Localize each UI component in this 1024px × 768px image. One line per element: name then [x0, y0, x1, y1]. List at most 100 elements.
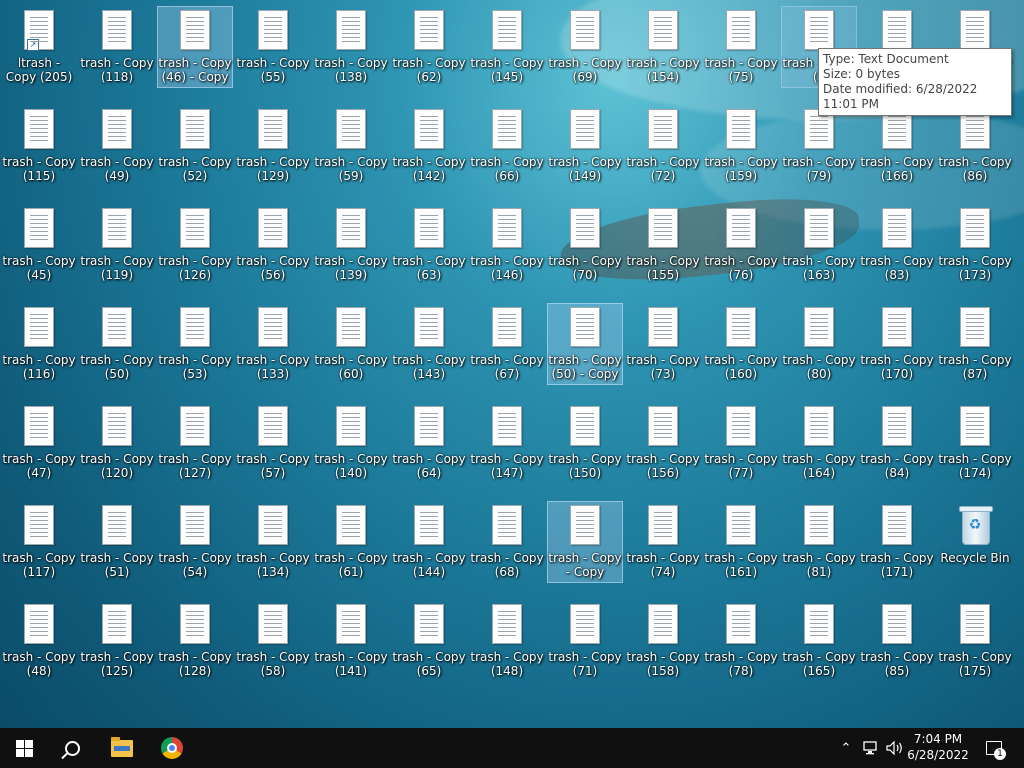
- desktop-file-icon[interactable]: trash - Copy (125): [79, 600, 155, 682]
- desktop-file-icon[interactable]: trash - Copy (171): [859, 501, 935, 583]
- desktop-file-icon[interactable]: trash - Copy (77): [703, 402, 779, 484]
- recycle-bin-icon-item[interactable]: ♻ Recycle Bin: [937, 501, 1013, 583]
- desktop-file-icon[interactable]: trash - Copy (70): [547, 204, 623, 286]
- desktop-file-icon[interactable]: trash - Copy (156): [625, 402, 701, 484]
- desktop-file-icon[interactable]: trash - Copy (76): [703, 204, 779, 286]
- desktop-file-icon[interactable]: trash - Copy (84): [859, 402, 935, 484]
- desktop-file-icon[interactable]: trash - Copy (147): [469, 402, 545, 484]
- desktop-file-icon[interactable]: trash - Copy (115): [1, 105, 77, 187]
- desktop-file-icon[interactable]: trash - Copy (51): [79, 501, 155, 583]
- desktop-file-icon[interactable]: trash - Copy (47): [1, 402, 77, 484]
- desktop-file-icon[interactable]: trash - Copy (142): [391, 105, 467, 187]
- desktop-file-icon[interactable]: trash - Copy (144): [391, 501, 467, 583]
- taskbar-clock[interactable]: 7:04 PM 6/28/2022: [900, 731, 976, 763]
- desktop-file-icon[interactable]: trash - Copy (63): [391, 204, 467, 286]
- desktop-file-icon[interactable]: trash - Copy (127): [157, 402, 233, 484]
- desktop-file-icon[interactable]: trash - Copy (154): [625, 6, 701, 88]
- action-center-button[interactable]: 1: [982, 728, 1006, 768]
- desktop-file-icon[interactable]: trash - Copy (60): [313, 303, 389, 385]
- desktop-file-icon[interactable]: trash - Copy (160): [703, 303, 779, 385]
- desktop-file-icon[interactable]: trash - Copy (166): [859, 105, 935, 187]
- desktop-file-icon[interactable]: trash - Copy (139): [313, 204, 389, 286]
- desktop-file-icon[interactable]: trash - Copy (174): [937, 402, 1013, 484]
- desktop-file-icon[interactable]: trash - Copy (62): [391, 6, 467, 88]
- desktop-file-icon[interactable]: trash - Copy (59): [313, 105, 389, 187]
- desktop-file-icon[interactable]: trash - Copy - Copy: [547, 501, 623, 583]
- search-button[interactable]: [48, 728, 96, 768]
- desktop-file-icon[interactable]: trash - Copy (48): [1, 600, 77, 682]
- desktop-file-icon[interactable]: trash - Copy (81): [781, 501, 857, 583]
- desktop-file-icon[interactable]: trash - Copy (50): [79, 303, 155, 385]
- desktop-file-icon[interactable]: trash - Copy (119): [79, 204, 155, 286]
- desktop-file-icon[interactable]: trash - Copy (53): [157, 303, 233, 385]
- desktop-file-icon[interactable]: trash - Copy (138): [313, 6, 389, 88]
- network-button[interactable]: [860, 728, 882, 768]
- desktop-file-icon[interactable]: trash - Copy (45): [1, 204, 77, 286]
- desktop-file-icon[interactable]: trash - Copy (140): [313, 402, 389, 484]
- desktop-file-icon[interactable]: trash - Copy (67): [469, 303, 545, 385]
- desktop-file-icon[interactable]: trash - Copy (146): [469, 204, 545, 286]
- desktop-icon-label: trash - Copy (173): [938, 254, 1012, 282]
- desktop-file-icon[interactable]: trash - Copy (86): [937, 105, 1013, 187]
- file-explorer-button[interactable]: [98, 728, 146, 768]
- desktop-file-icon[interactable]: trash - Copy (54): [157, 501, 233, 583]
- desktop[interactable]: ↗ ltrash - Copy (205) trash - Copy (118) tr…: [0, 0, 1024, 728]
- desktop-file-icon[interactable]: trash - Copy (71): [547, 600, 623, 682]
- desktop-file-icon[interactable]: trash - Copy (164): [781, 402, 857, 484]
- desktop-file-icon[interactable]: ↗ ltrash - Copy (205): [1, 6, 77, 88]
- desktop-file-icon[interactable]: trash - Copy (49): [79, 105, 155, 187]
- desktop-file-icon[interactable]: trash - Copy (159): [703, 105, 779, 187]
- desktop-file-icon[interactable]: trash - Copy (143): [391, 303, 467, 385]
- desktop-file-icon[interactable]: trash - Copy (145): [469, 6, 545, 88]
- desktop-file-icon[interactable]: trash - Copy (68): [469, 501, 545, 583]
- desktop-file-icon[interactable]: trash - Copy (85): [859, 600, 935, 682]
- desktop-file-icon[interactable]: trash - Copy (149): [547, 105, 623, 187]
- desktop-file-icon[interactable]: trash - Copy (163): [781, 204, 857, 286]
- desktop-file-icon[interactable]: trash - Copy (52): [157, 105, 233, 187]
- desktop-file-icon[interactable]: trash - Copy (57): [235, 402, 311, 484]
- desktop-file-icon[interactable]: trash - Copy (64): [391, 402, 467, 484]
- desktop-file-icon[interactable]: trash - Copy (56): [235, 204, 311, 286]
- desktop-file-icon[interactable]: trash - Copy (79): [781, 105, 857, 187]
- show-hidden-icons-button[interactable]: ⌃: [836, 728, 856, 768]
- desktop-file-icon[interactable]: trash - Copy (61): [313, 501, 389, 583]
- desktop-file-icon[interactable]: trash - Copy (148): [469, 600, 545, 682]
- desktop-file-icon[interactable]: trash - Copy (170): [859, 303, 935, 385]
- desktop-file-icon[interactable]: trash - Copy (158): [625, 600, 701, 682]
- desktop-file-icon[interactable]: trash - Copy (46) - Copy: [157, 6, 233, 88]
- desktop-file-icon[interactable]: trash - Copy (58): [235, 600, 311, 682]
- desktop-file-icon[interactable]: trash - Copy (134): [235, 501, 311, 583]
- desktop-file-icon[interactable]: trash - Copy (69): [547, 6, 623, 88]
- desktop-file-icon[interactable]: trash - Copy (87): [937, 303, 1013, 385]
- desktop-file-icon[interactable]: trash - Copy (73): [625, 303, 701, 385]
- chrome-button[interactable]: [148, 728, 196, 768]
- desktop-file-icon[interactable]: trash - Copy (75): [703, 6, 779, 88]
- desktop-file-icon[interactable]: trash - Copy (126): [157, 204, 233, 286]
- desktop-file-icon[interactable]: trash - Copy (78): [703, 600, 779, 682]
- desktop-file-icon[interactable]: trash - Copy (83): [859, 204, 935, 286]
- desktop-file-icon[interactable]: trash - Copy (55): [235, 6, 311, 88]
- desktop-file-icon[interactable]: trash - Copy (150): [547, 402, 623, 484]
- desktop-icon-label: trash - Copy (138): [314, 56, 388, 84]
- desktop-file-icon[interactable]: trash - Copy (117): [1, 501, 77, 583]
- desktop-file-icon[interactable]: trash - Copy (118): [79, 6, 155, 88]
- desktop-file-icon[interactable]: trash - Copy (133): [235, 303, 311, 385]
- desktop-file-icon[interactable]: trash - Copy (74): [625, 501, 701, 583]
- desktop-file-icon[interactable]: trash - Copy (129): [235, 105, 311, 187]
- desktop-icon-label: trash - Copy (70): [548, 254, 622, 282]
- desktop-file-icon[interactable]: trash - Copy (66): [469, 105, 545, 187]
- desktop-file-icon[interactable]: trash - Copy (155): [625, 204, 701, 286]
- desktop-file-icon[interactable]: trash - Copy (128): [157, 600, 233, 682]
- desktop-file-icon[interactable]: trash - Copy (165): [781, 600, 857, 682]
- desktop-file-icon[interactable]: trash - Copy (65): [391, 600, 467, 682]
- desktop-file-icon[interactable]: trash - Copy (161): [703, 501, 779, 583]
- desktop-file-icon[interactable]: trash - Copy (50) - Copy: [547, 303, 623, 385]
- start-button[interactable]: [0, 728, 48, 768]
- desktop-file-icon[interactable]: trash - Copy (80): [781, 303, 857, 385]
- desktop-file-icon[interactable]: trash - Copy (173): [937, 204, 1013, 286]
- desktop-file-icon[interactable]: trash - Copy (72): [625, 105, 701, 187]
- desktop-file-icon[interactable]: trash - Copy (120): [79, 402, 155, 484]
- desktop-file-icon[interactable]: trash - Copy (141): [313, 600, 389, 682]
- desktop-file-icon[interactable]: trash - Copy (175): [937, 600, 1013, 682]
- desktop-file-icon[interactable]: trash - Copy (116): [1, 303, 77, 385]
